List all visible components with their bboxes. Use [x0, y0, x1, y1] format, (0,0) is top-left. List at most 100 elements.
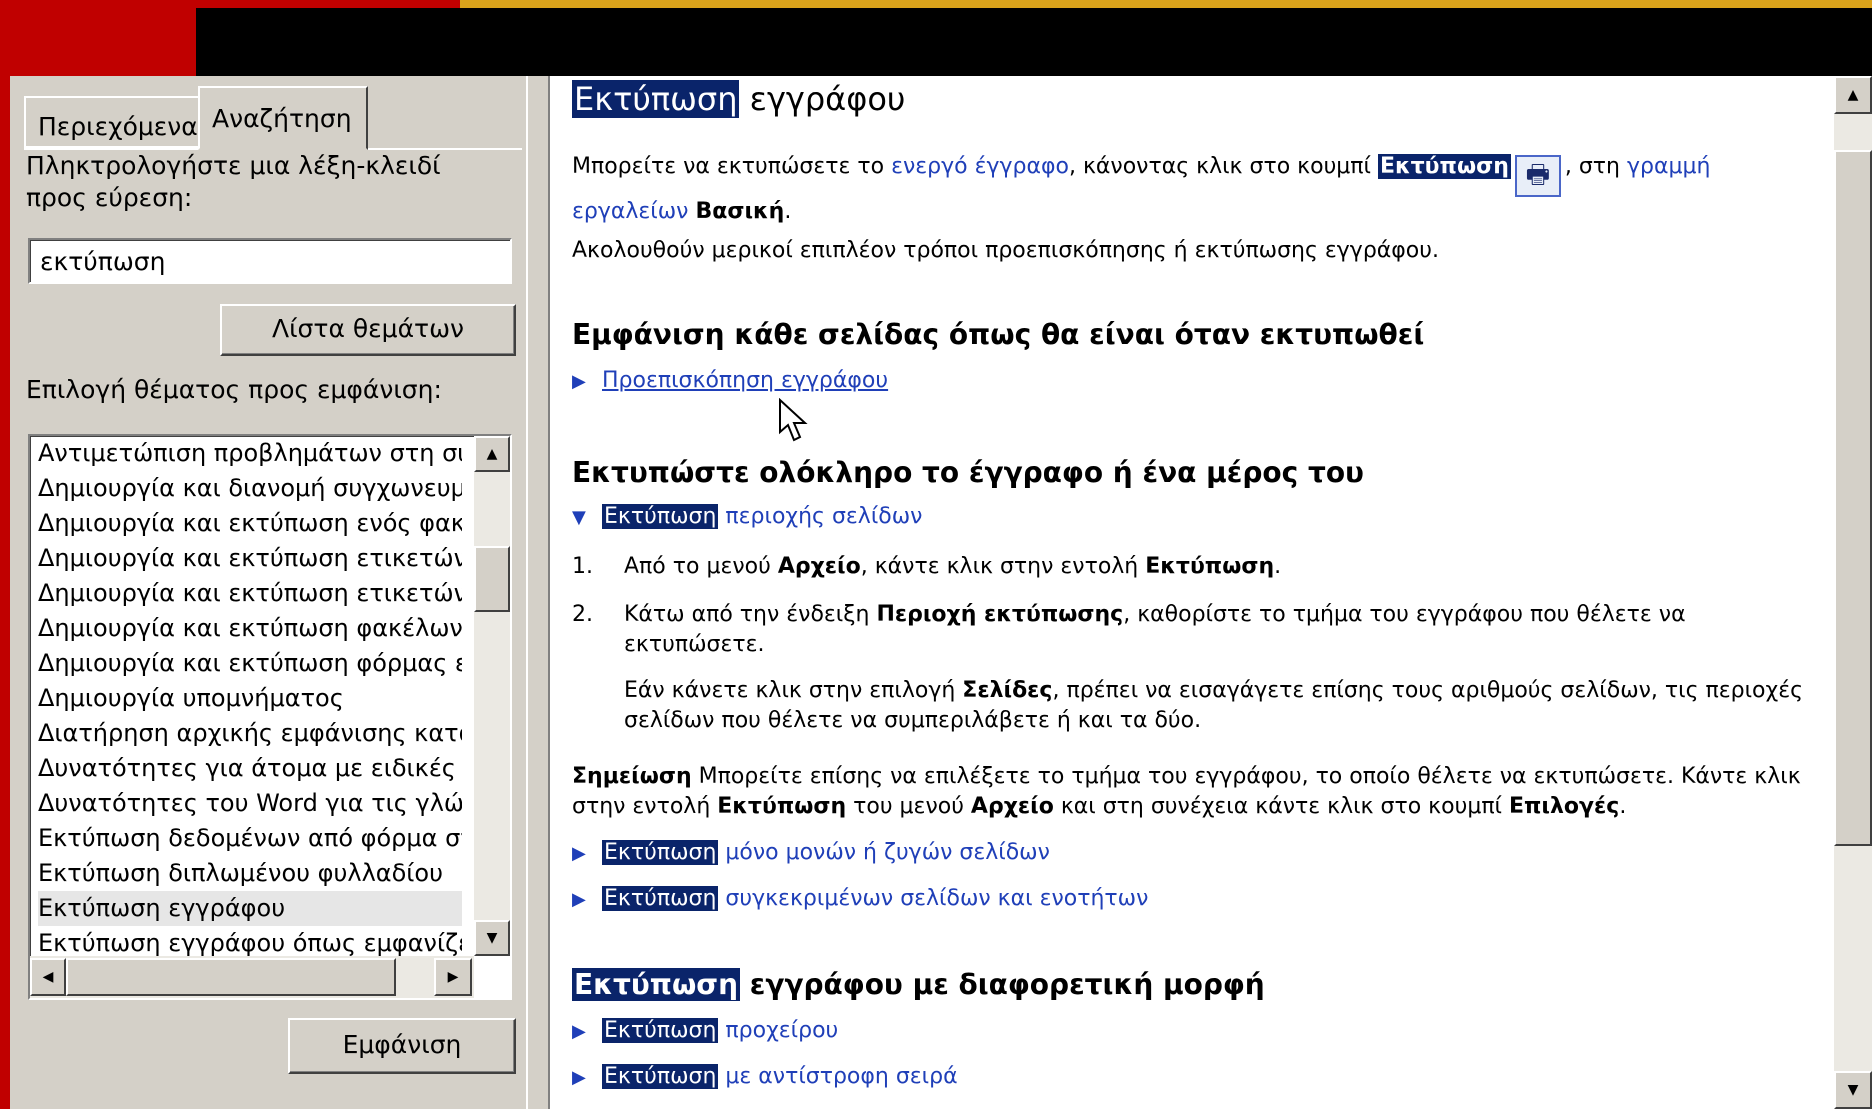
- note-text: .: [1619, 794, 1627, 819]
- scroll-right-arrow-icon[interactable]: ▶: [434, 958, 472, 996]
- topic-list-item[interactable]: Δημιουργία και εκτύπωση ενός φακέλου: [38, 506, 462, 541]
- intro-text: .: [784, 199, 792, 224]
- link-page-range[interactable]: περιοχής σελίδων: [718, 504, 922, 529]
- preview-expander[interactable]: ▶ Προεπισκόπηση εγγράφου: [572, 366, 888, 397]
- step-text: Από το μενού: [624, 554, 778, 579]
- intro-text: Μπορείτε να εκτυπώσετε το: [572, 154, 892, 179]
- link-reverse-order[interactable]: με αντίστροφη σειρά: [718, 1064, 957, 1089]
- step-text: .: [1274, 554, 1282, 579]
- sections-expander[interactable]: ▶ Εκτύπωση συγκεκριμένων σελίδων και ενοτ…: [572, 884, 1148, 915]
- horizontal-scrollbar-thumb[interactable]: [66, 958, 396, 996]
- step-number: 2.: [572, 602, 593, 627]
- topic-list[interactable]: Αντιμετώπιση προβλημάτων στη συγχώνευσηΔ…: [28, 434, 512, 1000]
- heading-preview: Εμφάνιση κάθε σελίδας όπως θα είναι όταν…: [572, 318, 1425, 351]
- title-text: εγγράφου: [739, 80, 906, 118]
- search-hit-highlight: Εκτύπωση: [572, 968, 741, 1001]
- bold-text: Εκτύπωση: [717, 794, 847, 819]
- background-black-bar: [196, 8, 1872, 76]
- navigation-pane: Περιεχόμενα Αναζήτηση Πληκτρολογήστε μια…: [10, 76, 526, 1109]
- search-hit-highlight: Εκτύπωση: [602, 1018, 719, 1043]
- topic-list-item[interactable]: Δημιουργία και εκτύπωση ετικετών για: [38, 541, 462, 576]
- background-gold-stripe: [460, 0, 1872, 8]
- intro-paragraph: Μπορείτε να εκτυπώσετε το ενεργό έγγραφο…: [572, 152, 1812, 227]
- draft-expander[interactable]: ▶ Εκτύπωση προχείρου: [572, 1016, 838, 1047]
- topic-list-item[interactable]: Δυνατότητες του Word για τις γλώσσες: [38, 786, 462, 821]
- topic-list-item[interactable]: Δημιουργία υπομνήματος: [38, 681, 462, 716]
- topic-list-item[interactable]: Διατήρηση αρχικής εμφάνισης κατά τη: [38, 716, 462, 751]
- topic-list-item[interactable]: Εκτύπωση εγγράφου: [38, 891, 462, 926]
- note-text: του μενού: [846, 794, 971, 819]
- link-odd-even-pages[interactable]: μόνο μονών ή ζυγών σελίδων: [718, 840, 1050, 865]
- article-title: Εκτύπωση εγγράφου: [572, 80, 905, 118]
- pane-splitter[interactable]: [526, 76, 550, 1109]
- bold-text: Περιοχή εκτύπωσης: [876, 602, 1124, 627]
- search-hit-highlight: Εκτύπωση: [602, 886, 719, 911]
- expand-triangle-icon: ▶: [572, 371, 586, 392]
- link-active-document[interactable]: ενεργό έγγραφο: [891, 154, 1069, 179]
- step-number: 1.: [572, 554, 593, 579]
- scroll-down-arrow-icon[interactable]: ▼: [1834, 1071, 1872, 1109]
- scroll-down-arrow-icon[interactable]: ▼: [474, 920, 510, 956]
- bold-text: Αρχείο: [777, 554, 861, 579]
- topic-list-item[interactable]: Αντιμετώπιση προβλημάτων στη συγχώνευση: [38, 436, 462, 471]
- mouse-pointer-icon: [779, 398, 808, 442]
- topic-list-item[interactable]: Δημιουργία και εκτύπωση φόρμας επ: [38, 646, 462, 681]
- heading-text: εγγράφου με διαφορετική μορφή: [740, 968, 1265, 1001]
- more-ways-paragraph: Ακολουθούν μερικοί επιπλέον τρόποι προεπ…: [572, 238, 1439, 263]
- list-topics-button[interactable]: Λίστα θεμάτων: [220, 304, 516, 356]
- bold-text: Επιλογές: [1509, 794, 1620, 819]
- search-hit-highlight: Εκτύπωση: [572, 80, 740, 118]
- topic-list-item[interactable]: Δυνατότητες για άτομα με ειδικές ανάγκες: [38, 751, 462, 786]
- link-preview-document[interactable]: Προεπισκόπηση εγγράφου: [602, 368, 888, 393]
- topic-list-horizontal-scrollbar[interactable]: ◀ ▶: [30, 956, 474, 998]
- print-range-expander[interactable]: ▼ Εκτύπωση περιοχής σελίδων: [572, 502, 922, 533]
- scroll-up-arrow-icon[interactable]: ▲: [474, 436, 510, 472]
- tab-search[interactable]: Αναζήτηση: [198, 86, 368, 150]
- topic-list-item[interactable]: Εκτύπωση διπλωμένου φυλλαδίου: [38, 856, 462, 891]
- printer-icon: 🖶: [1514, 155, 1561, 197]
- expand-triangle-icon: ▶: [572, 843, 586, 864]
- search-hit-highlight: Εκτύπωση: [602, 1064, 719, 1089]
- search-hit-highlight: Εκτύπωση: [602, 504, 719, 529]
- link-specific-pages[interactable]: συγκεκριμένων σελίδων και ενοτήτων: [718, 886, 1148, 911]
- help-window: Περιεχόμενα Αναζήτηση Πληκτρολογήστε μια…: [10, 76, 1872, 1109]
- keyword-input[interactable]: [28, 238, 512, 284]
- expand-triangle-icon: ▶: [572, 889, 586, 910]
- topic-list-item[interactable]: Δημιουργία και διανομή συγχωνευμένων: [38, 471, 462, 506]
- bold-text: Αρχείο: [970, 794, 1054, 819]
- scrollbar-thumb[interactable]: [1834, 150, 1872, 846]
- heading-other-format: Εκτύπωση εγγράφου με διαφορετική μορφή: [572, 968, 1265, 1001]
- scroll-left-arrow-icon[interactable]: ◀: [30, 958, 66, 996]
- scroll-up-arrow-icon[interactable]: ▲: [1834, 76, 1872, 114]
- expand-triangle-icon: ▶: [572, 1067, 586, 1088]
- step-text: , κάντε κλικ στην εντολή: [860, 554, 1146, 579]
- tab-contents[interactable]: Περιεχόμενα: [24, 96, 200, 148]
- topic-list-item[interactable]: Δημιουργία και εκτύπωση ετικετών για: [38, 576, 462, 611]
- reverse-expander[interactable]: ▶ Εκτύπωση με αντίστροφη σειρά: [572, 1062, 958, 1093]
- content-vertical-scrollbar[interactable]: ▲ ▼: [1834, 76, 1872, 1109]
- bold-text: Βασική: [695, 199, 785, 224]
- bold-text: Εκτύπωση: [1145, 554, 1275, 579]
- intro-text: , κάνοντας κλικ στο κουμπί: [1068, 154, 1378, 179]
- topic-content-pane: Εκτύπωση εγγράφου Μπορείτε να εκτυπώσετε…: [550, 76, 1872, 1109]
- intro-text: , στη: [1564, 154, 1627, 179]
- search-hit-highlight: Εκτύπωση: [1377, 154, 1511, 179]
- bold-text: Σελίδες: [962, 678, 1053, 703]
- step-text: Κάτω από την ένδειξη: [624, 602, 877, 627]
- expand-triangle-icon: ▶: [572, 1021, 586, 1042]
- link-draft[interactable]: προχείρου: [718, 1018, 838, 1043]
- collapse-triangle-icon: ▼: [572, 507, 586, 528]
- odd-even-expander[interactable]: ▶ Εκτύπωση μόνο μονών ή ζυγών σελίδων: [572, 838, 1050, 869]
- note-paragraph: Σημείωση Μπορείτε επίσης να επιλέξετε το…: [572, 762, 1812, 822]
- topic-list-vertical-scrollbar[interactable]: ▲ ▼: [474, 436, 510, 956]
- scrollbar-thumb[interactable]: [474, 546, 510, 612]
- show-button[interactable]: Εμφάνιση: [288, 1018, 516, 1074]
- search-hit-highlight: Εκτύπωση: [602, 840, 719, 865]
- step-text: Εάν κάνετε κλικ στην επιλογή: [624, 678, 963, 703]
- topic-list-item[interactable]: Δημιουργία και εκτύπωση φακέλων για: [38, 611, 462, 646]
- background-red: [0, 0, 196, 76]
- topic-list-item[interactable]: Εκτύπωση δεδομένων από φόρμα στο: [38, 821, 462, 856]
- note-text: και στη συνέχεια κάντε κλικ στο κουμπί: [1053, 794, 1509, 819]
- topic-label: Επιλογή θέματος προς εμφάνιση:: [26, 375, 442, 404]
- note-label: Σημείωση: [572, 764, 692, 789]
